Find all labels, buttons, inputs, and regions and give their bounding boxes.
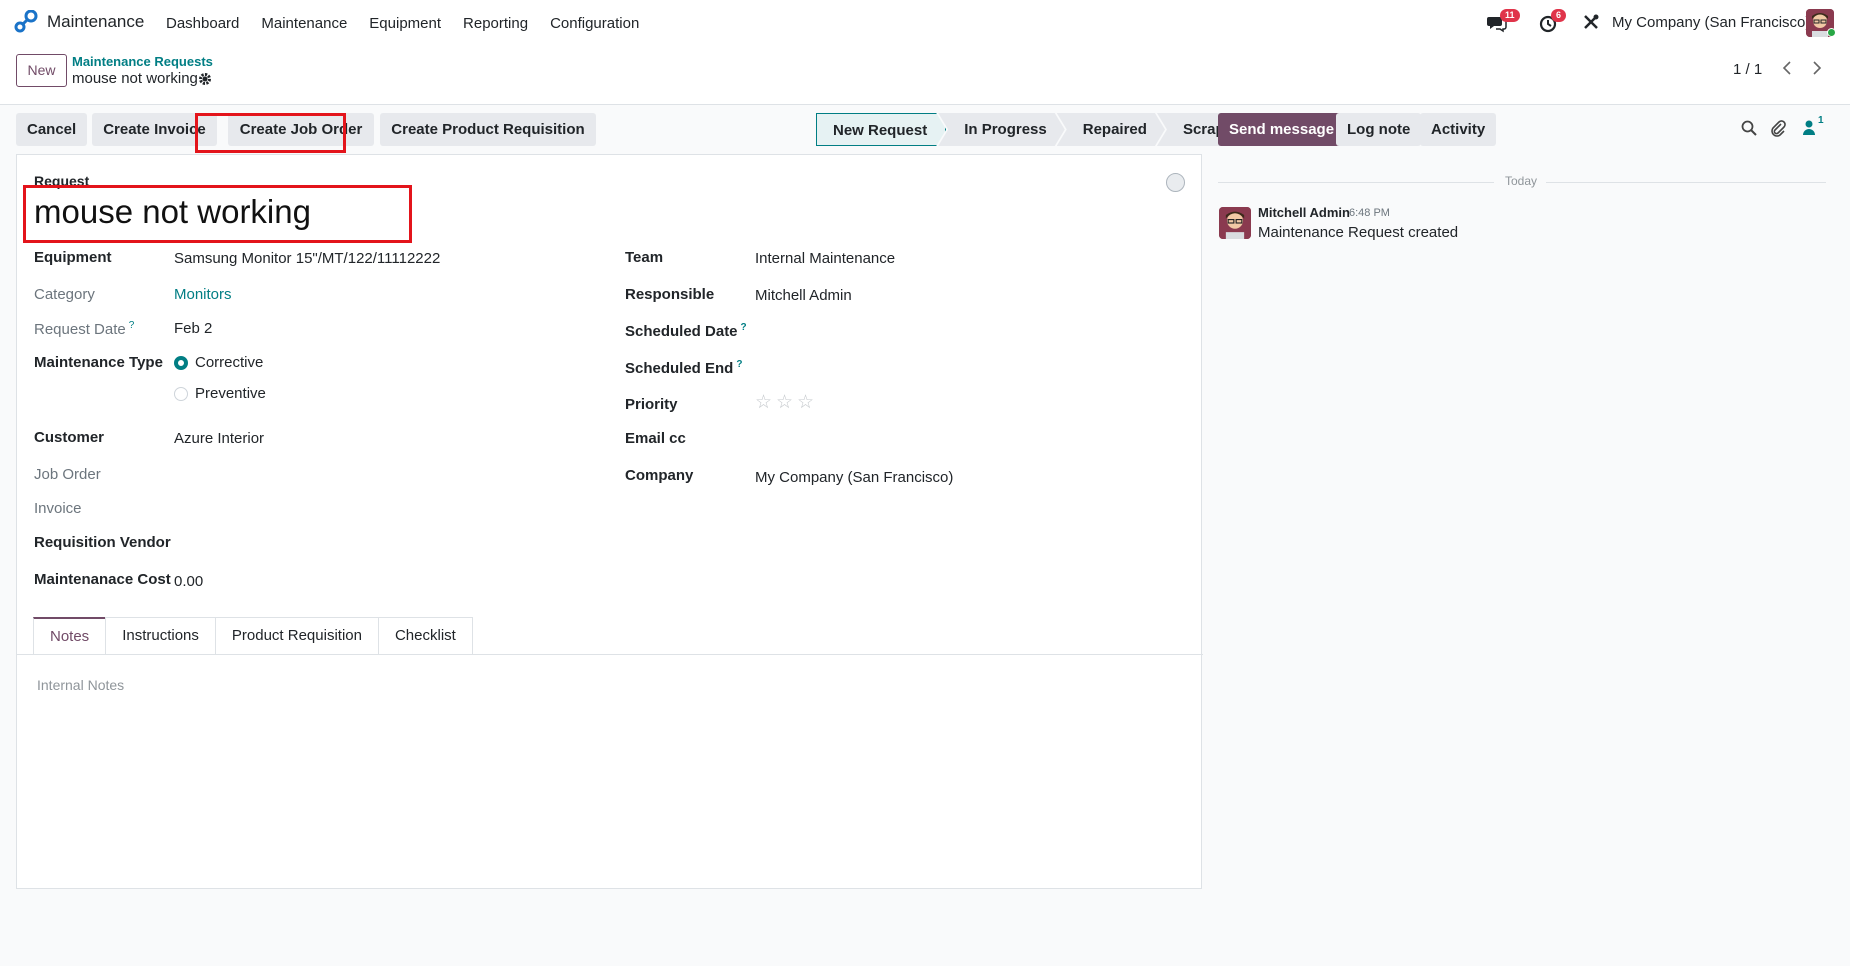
new-button[interactable]: New	[16, 54, 67, 87]
customer-label: Customer	[34, 429, 105, 446]
message-time: 6:48 PM	[1349, 207, 1390, 219]
app-logo-icon[interactable]	[14, 10, 38, 34]
priority-star-2-icon[interactable]: ☆	[776, 391, 793, 414]
tools-icon	[1584, 14, 1599, 29]
equipment-field[interactable]: Samsung Monitor 15"/MT/122/11112222	[174, 250, 440, 267]
messages-badge: 11	[1500, 9, 1520, 22]
equipment-label: Equipment	[34, 249, 112, 266]
chevron-right-icon	[1813, 61, 1822, 75]
stage-new-request[interactable]: New Request	[816, 113, 946, 146]
debug-tools-button[interactable]	[1582, 13, 1604, 35]
corrective-option-label[interactable]: Corrective	[195, 354, 263, 371]
activities-badge: 6	[1551, 9, 1567, 22]
message-author[interactable]: Mitchell Admin	[1258, 205, 1350, 220]
tab-checklist[interactable]: Checklist	[377, 617, 473, 655]
form-sheet: Request mouse not working Equipment Sams…	[16, 154, 1203, 889]
app-name[interactable]: Maintenance	[47, 12, 144, 32]
create-product-requisition-button[interactable]: Create Product Requisition	[380, 113, 596, 146]
title-highlight-box	[23, 185, 412, 243]
notebook-tabs: Notes Instructions Product Requisition C…	[33, 617, 473, 655]
requisition-vendor-label: Requisition Vendor	[34, 534, 171, 551]
message-author-avatar[interactable]	[1219, 207, 1251, 239]
online-status-dot	[1827, 28, 1836, 37]
main-menu: Dashboard Maintenance Equipment Reportin…	[166, 0, 661, 46]
followers-count: 1	[1818, 115, 1824, 126]
priority-star-1-icon[interactable]: ☆	[755, 391, 772, 414]
tab-divider	[17, 654, 1203, 655]
message-body: Maintenance Request created	[1258, 224, 1459, 241]
customer-field[interactable]: Azure Interior	[174, 430, 264, 447]
email-cc-label: Email cc	[625, 430, 686, 447]
job-order-label: Job Order	[34, 466, 101, 483]
company-switcher[interactable]: My Company (San Francisco)	[1612, 14, 1810, 31]
chevron-left-icon	[1782, 61, 1791, 75]
tab-notes[interactable]: Notes	[33, 617, 107, 655]
company-label: Company	[625, 467, 694, 484]
scheduled-end-label: Scheduled End?	[625, 359, 743, 377]
help-icon[interactable]: ?	[741, 322, 747, 333]
responsible-label: Responsible	[625, 286, 715, 303]
date-separator-line-right	[1546, 182, 1826, 183]
tab-instructions[interactable]: Instructions	[105, 617, 216, 655]
messages-button[interactable]: 11	[1487, 9, 1520, 35]
menu-equipment[interactable]: Equipment	[369, 15, 441, 32]
request-date-field[interactable]: Feb 2	[174, 320, 212, 337]
date-separator-line-left	[1218, 182, 1494, 183]
menu-maintenance[interactable]: Maintenance	[261, 15, 347, 32]
corrective-radio[interactable]	[174, 356, 188, 370]
job-order-highlight-box	[195, 113, 346, 153]
request-date-label: Request Date?	[34, 320, 135, 338]
stage-repaired[interactable]: Repaired	[1057, 113, 1165, 146]
send-message-button[interactable]: Send message	[1218, 113, 1346, 146]
status-bar: New Request In Progress Repaired Scrap	[816, 113, 1243, 146]
menu-configuration[interactable]: Configuration	[550, 15, 639, 32]
activity-button[interactable]: Activity	[1420, 113, 1497, 146]
kanban-state-toggle[interactable]	[1166, 173, 1185, 192]
gear-icon[interactable]	[198, 72, 212, 89]
category-field[interactable]: Monitors	[174, 286, 232, 303]
top-navbar: Maintenance Dashboard Maintenance Equipm…	[0, 0, 1850, 46]
search-icon[interactable]	[1740, 119, 1760, 139]
scheduled-date-label: Scheduled Date?	[625, 322, 747, 340]
maintenance-type-label: Maintenance Type	[34, 354, 163, 371]
preventive-option-label[interactable]: Preventive	[195, 385, 266, 402]
category-label: Category	[34, 286, 95, 303]
maintenance-cost-label: Maintenanace Cost	[34, 571, 171, 588]
internal-notes-field[interactable]: Internal Notes	[37, 677, 124, 693]
paperclip-icon[interactable]	[1769, 119, 1789, 139]
preventive-radio[interactable]	[174, 387, 188, 401]
followers-button[interactable]: 1	[1802, 115, 1824, 139]
priority-label: Priority	[625, 396, 678, 413]
tab-product-requisition[interactable]: Product Requisition	[214, 617, 379, 655]
team-label: Team	[625, 249, 664, 266]
help-icon[interactable]: ?	[736, 359, 742, 370]
log-note-button[interactable]: Log note	[1336, 113, 1422, 146]
responsible-field[interactable]: Mitchell Admin	[755, 287, 852, 304]
menu-dashboard[interactable]: Dashboard	[166, 15, 239, 32]
company-field[interactable]: My Company (San Francisco)	[755, 469, 953, 486]
pager-value[interactable]: 1 / 1	[1733, 61, 1762, 78]
invoice-label: Invoice	[34, 500, 82, 517]
maintenance-cost-field[interactable]: 0.00	[174, 573, 203, 590]
team-field[interactable]: Internal Maintenance	[755, 250, 895, 267]
breadcrumb-current: mouse not working	[72, 70, 198, 87]
stage-in-progress[interactable]: In Progress	[938, 113, 1065, 146]
date-separator: Today	[1505, 174, 1538, 188]
user-icon	[1803, 120, 1815, 135]
help-icon[interactable]: ?	[129, 320, 135, 331]
pager-previous-button[interactable]	[1775, 58, 1799, 82]
activities-button[interactable]: 6	[1538, 9, 1567, 35]
cancel-button[interactable]: Cancel	[16, 113, 88, 146]
pager-next-button[interactable]	[1805, 58, 1829, 82]
breadcrumb-parent[interactable]: Maintenance Requests	[72, 54, 213, 69]
author-avatar-icon	[1219, 207, 1251, 239]
control-panel: New Maintenance Requests mouse not worki…	[0, 46, 1850, 105]
priority-star-3-icon[interactable]: ☆	[797, 391, 814, 414]
menu-reporting[interactable]: Reporting	[463, 15, 528, 32]
